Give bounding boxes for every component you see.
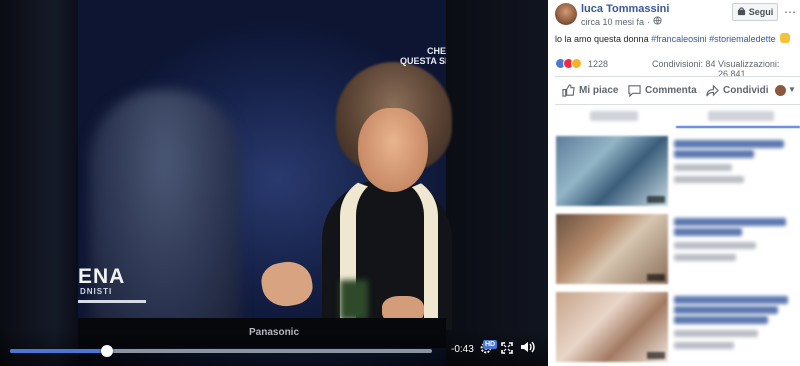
tv-edge-right [446,0,548,366]
blurred-meta [674,176,744,183]
related-video-item[interactable] [548,292,800,366]
flexed-biceps-emoji-icon [780,33,791,43]
chair-detail [340,280,368,320]
progress-thumb[interactable] [101,345,114,357]
comment-button[interactable]: Commenta [628,84,697,97]
post-text: lo la amo questa donna #francaleosini #s… [555,33,791,44]
tab-blurred-1[interactable] [590,111,638,121]
related-video-item[interactable] [548,214,800,288]
author-name[interactable]: luca Tommassini [581,3,669,15]
share-arrow-icon [706,84,719,97]
blurred-meta [674,342,734,349]
share-label: Condividi [723,85,769,96]
active-tab-indicator [676,126,800,128]
post-timestamp[interactable]: circa 10 mesi fa [581,17,644,27]
tv-logo-text: ENA [78,265,126,288]
tv-caption-top: CHE QUESTA SE [400,46,446,66]
haha-reaction-icon[interactable] [571,58,582,69]
separator-dot: · [647,16,651,27]
post-text-body: lo la amo questa donna [555,34,652,44]
foreground-person [90,90,240,330]
hashtag-francaleosini[interactable]: #francaleosini [651,34,707,44]
blurred-meta [674,242,756,249]
tab-blurred-2[interactable] [708,111,774,121]
follow-icon [737,6,746,18]
like-label: Mi piace [579,85,619,96]
video-thumbnail[interactable] [556,292,668,362]
follow-button[interactable]: Segui [732,3,778,21]
like-button[interactable]: Mi piace [562,84,618,97]
follow-label: Segui [748,7,774,17]
divider [555,76,800,77]
blurred-title [674,306,778,314]
blurred-title [674,316,768,324]
blurred-meta [674,164,732,171]
progress-fill [10,349,108,353]
globe-icon [653,16,662,27]
reaction-count[interactable]: 1228 [588,59,608,69]
related-video-item[interactable] [548,136,800,210]
tv-logo-underline [78,300,146,303]
share-button[interactable]: Condividi [706,84,769,97]
tv-logo-subtext: DNISTI [80,287,113,296]
related-tabs [548,108,800,128]
blurred-title [674,218,786,226]
blurred-title [674,140,784,148]
duration-badge [647,274,665,281]
author-avatar[interactable] [555,3,577,25]
volume-icon[interactable] [520,340,536,359]
post-panel: luca Tommassini circa 10 mesi fa · Segui… [548,0,800,366]
blurred-title [674,228,742,236]
post-stats: 1228 Condivisioni: 84 Visualizzazioni: 2… [555,58,800,79]
fullscreen-icon[interactable] [501,341,513,359]
video-thumbnail[interactable] [556,136,668,206]
duration-badge [647,196,665,203]
chevron-down-icon[interactable]: ▼ [788,85,796,94]
video-player[interactable]: CHE QUESTA SE ENA DNISTI Panasonic -0:43… [0,0,548,366]
post-actions: Mi piace Commenta Condividi ▼ [548,80,800,102]
blurred-title [674,296,788,304]
post-meta: circa 10 mesi fa · [581,16,662,27]
comment-icon [628,85,641,97]
duration-badge [647,352,665,359]
blurred-title [674,150,754,158]
divider [555,104,800,105]
thumbs-up-icon [562,84,575,97]
comment-label: Commenta [645,85,697,96]
video-frame: CHE QUESTA SE ENA DNISTI Panasonic [0,0,548,366]
tv-edge-left [0,0,78,366]
hashtag-storiemaledette[interactable]: #storiemaledette [709,34,776,44]
video-thumbnail[interactable] [556,214,668,284]
post-header: luca Tommassini circa 10 mesi fa · Segui… [548,0,800,28]
share-as-avatar[interactable] [775,85,786,96]
blurred-meta [674,330,758,337]
progress-bar[interactable] [10,345,432,357]
shares-count[interactable]: Condivisioni: 84 [652,59,716,69]
blurred-meta [674,254,736,261]
time-remaining: -0:43 [451,344,474,355]
video-controls: -0:43 [0,330,548,366]
more-options-icon[interactable]: ⋯ [784,5,796,19]
hd-badge: HD [483,340,498,349]
presenter-face [358,108,428,192]
